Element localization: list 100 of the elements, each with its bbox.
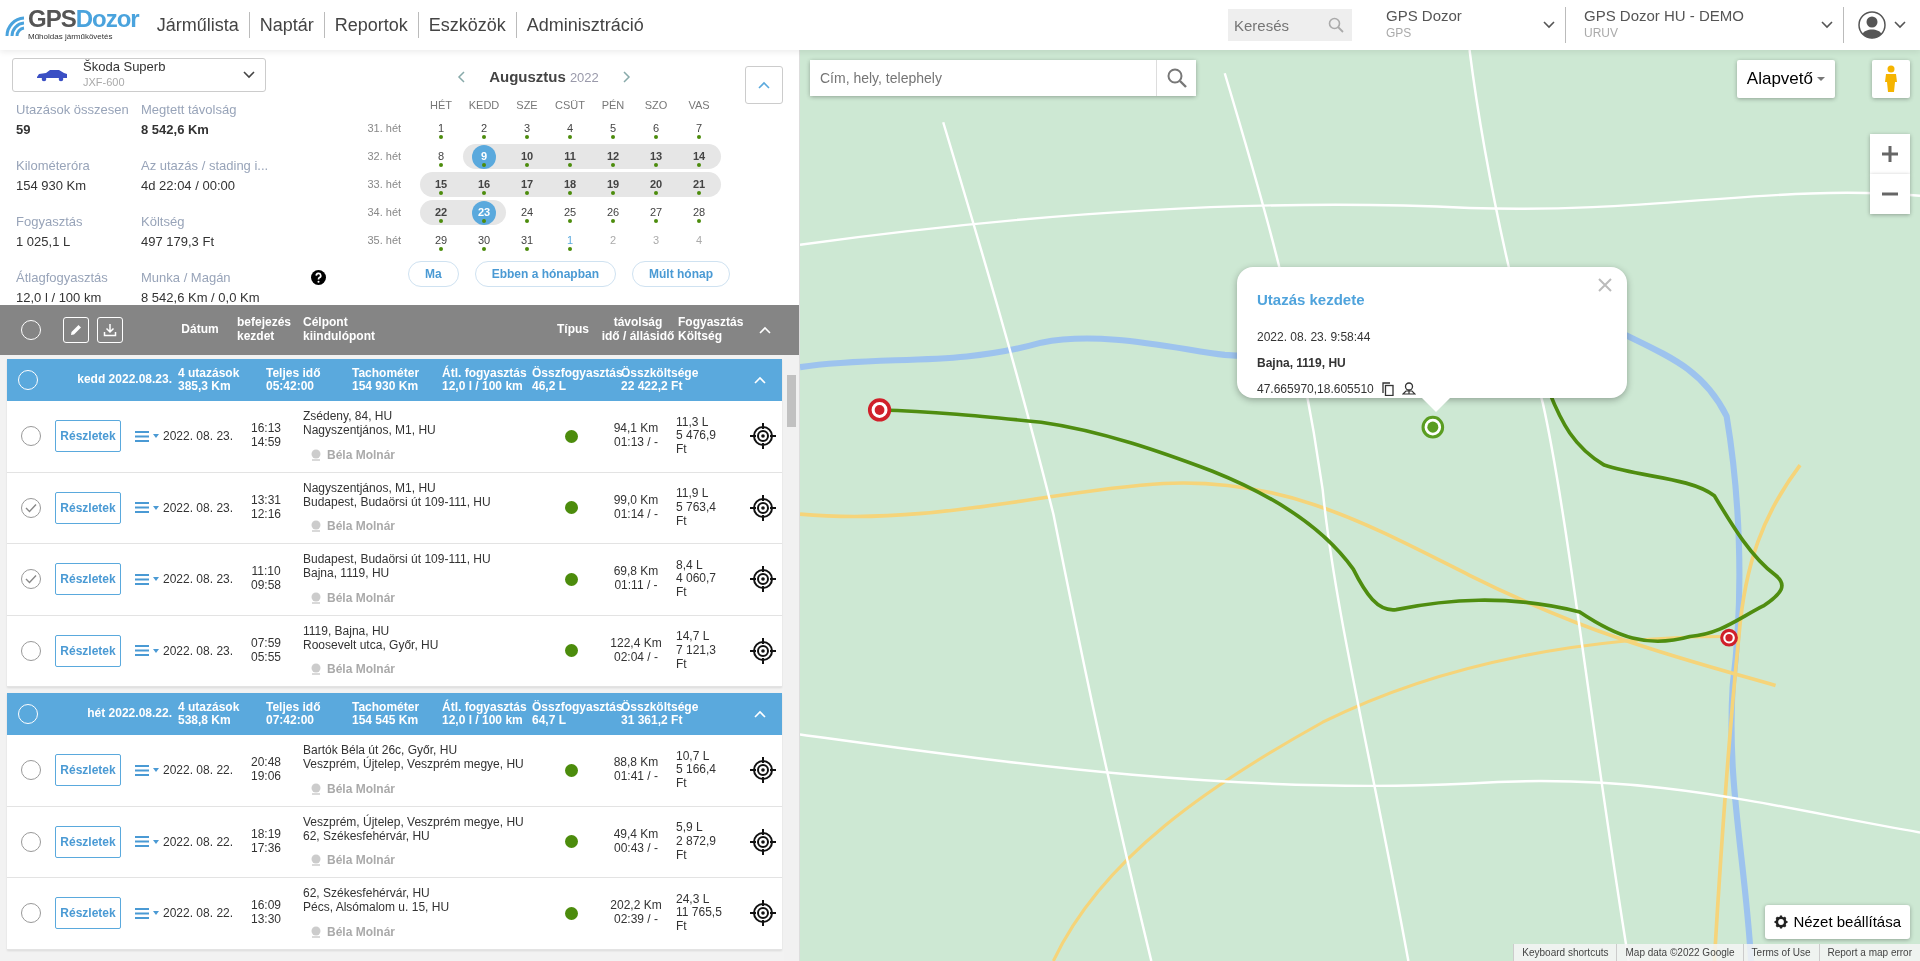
driver-name: Béla Molnár xyxy=(327,518,395,536)
end-time: 16:13 xyxy=(250,422,282,437)
trip-distance: 88,8 Km xyxy=(612,756,660,771)
edit-button[interactable] xyxy=(63,317,89,343)
attribution-link[interactable]: Map data ©2022 Google xyxy=(1616,944,1743,961)
trip-cost: 5 166,4 Ft xyxy=(676,763,718,791)
map-picture[interactable]: Cím, hely, telephely Alapvető Utazás kezdete 2022. 08. 23. 9:58:44 Bajna, 1119, HU 47.665970,18.605510 Nézet beállítása Keyboard shortcuts Map data ©2022 Google Terms of Use Report a map error xyxy=(800,50,1920,961)
previous-month-button[interactable] xyxy=(457,71,466,84)
calendar-day[interactable]: 25 xyxy=(558,200,582,225)
vehicle-select[interactable]: Škoda Superb JXF-600 xyxy=(12,58,266,92)
calendar-day[interactable]: 2 xyxy=(472,116,496,141)
nav-link[interactable]: Járműlista xyxy=(146,12,250,38)
calendar-day[interactable]: 31 xyxy=(515,228,539,253)
start-marker[interactable] xyxy=(867,398,892,422)
calendar-day[interactable]: 6 xyxy=(644,116,668,141)
calendar-day[interactable]: 27 xyxy=(644,200,668,225)
attribution-link[interactable]: Terms of Use xyxy=(1742,944,1819,961)
select-checkbox[interactable] xyxy=(21,497,41,518)
copy-icon[interactable] xyxy=(1381,381,1394,396)
search-field[interactable]: Keresés xyxy=(1228,9,1352,41)
target-icon[interactable] xyxy=(750,828,776,855)
menu-icon xyxy=(135,907,149,919)
driver-icon xyxy=(311,591,321,604)
target-icon[interactable] xyxy=(750,637,776,664)
collapse-button[interactable] xyxy=(745,66,783,104)
street-view-button[interactable] xyxy=(1872,60,1910,98)
calendar-day[interactable]: 24 xyxy=(515,200,539,225)
calendar-day[interactable]: 28 xyxy=(687,200,711,225)
popup-pointer xyxy=(1422,398,1450,412)
group-date: kedd 2022.08.23. xyxy=(76,373,173,387)
next-month-button[interactable] xyxy=(622,71,631,84)
start-time: 19:06 xyxy=(250,770,282,785)
trip-point-marker[interactable] xyxy=(1421,415,1445,439)
target-icon[interactable] xyxy=(750,566,776,593)
select-checkbox[interactable] xyxy=(21,831,41,852)
select-checkbox[interactable] xyxy=(21,426,41,447)
menu-icon xyxy=(135,645,149,657)
nav-link[interactable]: Naptár xyxy=(249,12,325,38)
target-icon[interactable] xyxy=(750,423,776,450)
calendar-day[interactable]: 29 xyxy=(429,228,453,253)
select-checkbox[interactable] xyxy=(21,760,41,781)
select-checkbox[interactable] xyxy=(21,640,41,661)
avatar-icon xyxy=(1858,11,1886,39)
calendar-day[interactable]: 5 xyxy=(601,116,625,141)
nav-link[interactable]: Adminisztráció xyxy=(516,12,654,38)
close-icon xyxy=(1597,277,1613,293)
nav-link[interactable]: Eszközök xyxy=(418,12,517,38)
logo[interactable]: GPSDozor Műholdas járműkövetés xyxy=(0,6,139,44)
attribution-link[interactable]: Report a map error xyxy=(1818,944,1920,961)
location-pin-icon[interactable] xyxy=(1401,382,1416,395)
attribution-link[interactable]: Keyboard shortcuts xyxy=(1513,944,1617,961)
caret-icon xyxy=(153,911,159,916)
group-date: hét 2022.08.22. xyxy=(86,707,173,721)
download-button[interactable] xyxy=(97,317,123,343)
help-icon[interactable] xyxy=(311,270,326,285)
collapse-all-button[interactable] xyxy=(759,326,771,334)
menu-icon xyxy=(135,573,149,585)
group-collapse-button[interactable] xyxy=(754,710,766,718)
calendar-day[interactable]: 4 xyxy=(558,116,582,141)
account-dropdown[interactable]: GPS Dozor HU - DEMO URUV xyxy=(1574,7,1844,43)
column-header: kezdet xyxy=(237,330,276,344)
account-dropdown[interactable]: GPS Dozor GPS xyxy=(1376,7,1566,43)
driver-name: Béla Molnár xyxy=(327,852,395,870)
menu-icon xyxy=(135,764,149,776)
calendar-day[interactable]: 7 xyxy=(687,116,711,141)
zoom-in-button[interactable] xyxy=(1870,134,1910,174)
calendar-day[interactable]: 1 xyxy=(429,116,453,141)
trip-cost: 11 765,5 Ft xyxy=(676,906,723,934)
nav-link[interactable]: Reportok xyxy=(324,12,419,38)
trip-date: 2022. 08. 22. xyxy=(163,762,235,780)
target-icon[interactable] xyxy=(750,494,776,521)
end-marker[interactable] xyxy=(1720,628,1738,647)
group-collapse-button[interactable] xyxy=(754,376,766,384)
target-icon[interactable] xyxy=(750,757,776,784)
driver-icon xyxy=(311,925,321,938)
calendar-day[interactable]: 30 xyxy=(472,228,496,253)
plus-icon xyxy=(1881,145,1899,163)
calendar-day[interactable]: 8 xyxy=(429,144,453,169)
group-stat-value: 64,7 L xyxy=(532,714,567,728)
select-checkbox[interactable] xyxy=(21,569,41,590)
download-icon xyxy=(103,323,117,337)
close-button[interactable] xyxy=(1597,277,1613,293)
scrollbar[interactable] xyxy=(784,355,799,961)
origin-address: Pécs, Alsómalom u. 15, HU xyxy=(303,900,451,915)
map-type-dropdown[interactable]: Alapvető xyxy=(1736,60,1835,98)
caret-icon xyxy=(153,434,159,439)
check-icon xyxy=(25,574,37,585)
calendar-day[interactable]: 26 xyxy=(601,200,625,225)
stat-value: 1 025,1 L xyxy=(16,232,72,251)
end-time: 11:10 xyxy=(250,565,282,580)
search-icon[interactable] xyxy=(1166,68,1187,88)
driver-name: Béla Molnár xyxy=(327,589,395,607)
trip-duration: 02:39 / - xyxy=(613,913,659,928)
address-search-field[interactable]: Cím, hely, telephely xyxy=(810,60,1196,96)
fuel-amount: 11,9 L xyxy=(676,487,710,501)
calendar-day[interactable]: 3 xyxy=(515,116,539,141)
select-checkbox[interactable] xyxy=(21,903,41,924)
target-icon[interactable] xyxy=(750,900,776,927)
view-settings-button[interactable]: Nézet beállítása xyxy=(1765,904,1910,939)
stat-value: 8 542,6 Km / 0,0 Km xyxy=(141,288,261,307)
